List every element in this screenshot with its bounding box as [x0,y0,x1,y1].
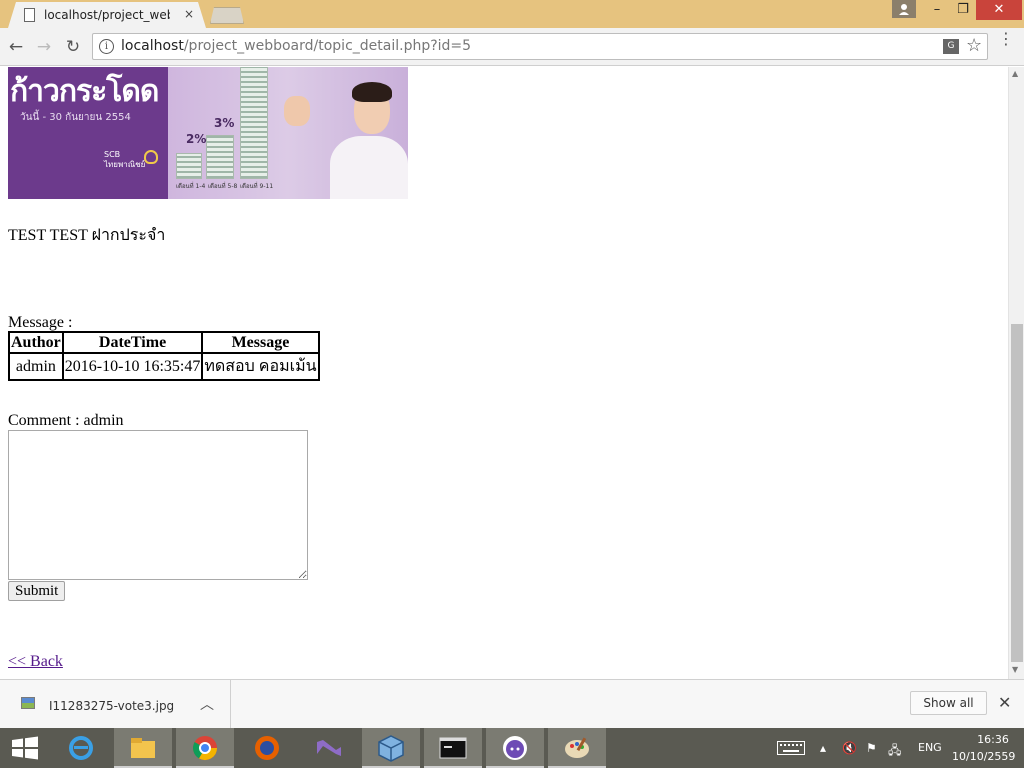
person-icon [899,4,909,15]
scrollbar-thumb[interactable] [1011,324,1023,662]
column-header-message: Message [202,332,319,353]
language-indicator[interactable]: ENG [918,741,942,768]
banner-bar-caption: เดือนที่ 9-11 [240,183,274,190]
windows-logo-icon [12,736,38,760]
banner-bar [176,153,202,179]
minimize-button[interactable]: – [924,0,950,20]
banner-bar-label: 2% [186,132,207,146]
image-file-icon [21,697,35,709]
banner-person-hair [352,82,392,102]
folder-icon [131,738,155,758]
close-window-button[interactable]: ✕ [976,0,1022,20]
keyboard-icon[interactable] [777,741,805,755]
clock-date[interactable]: 10/10/2559 [952,750,1015,768]
new-tab-button[interactable] [210,7,244,24]
chrome-icon [192,736,217,761]
profile-button[interactable] [892,0,916,18]
bookmark-star-icon[interactable]: ☆ [966,35,982,56]
taskbar-paint[interactable] [548,728,606,768]
download-item[interactable]: I11283275-vote3.jpg ︿ [0,680,231,728]
banner-bar [240,67,268,179]
cell-message: ทดสอบ คอมเม้น [202,353,319,380]
show-hidden-icons-chevron-icon[interactable]: ▴ [820,741,826,755]
paint-palette-icon [565,737,589,758]
banner-bar-caption: เดือนที่ 5-8 [208,183,238,190]
flag-icon[interactable]: ⚑ [866,741,877,755]
firefox-icon [255,736,279,760]
taskbar-virtualbox[interactable] [362,728,420,768]
table-header-row: Author DateTime Message [9,332,319,353]
taskbar-chrome[interactable] [176,728,234,768]
comment-textarea[interactable] [8,430,308,580]
banner-image: ก้าวกระโดด วันนี้ - 30 กันยายน 2554 SCB … [8,67,408,199]
cell-author: admin [9,353,63,380]
comment-label: Comment : admin [8,412,124,429]
table-row: admin 2016-10-10 16:35:47 ทดสอบ คอมเม้น [9,353,319,380]
taskbar-github[interactable] [486,728,544,768]
scroll-down-arrow-icon[interactable]: ▼ [1012,665,1018,674]
banner-headline: ก้าวกระโดด [10,74,159,109]
banner-date: วันนี้ - 30 กันยายน 2554 [20,112,131,123]
chrome-menu-icon[interactable]: ⋮ [998,31,1014,47]
banner-brand: SCB ไทยพาณิชย์ [104,150,146,169]
forward-button[interactable]: → [34,37,54,57]
browser-toolbar: ← → ↻ i localhost/project_webboard/topic… [0,28,1024,66]
volume-muted-icon[interactable]: 🔇 [842,741,857,755]
topic-detail-text: TEST TEST ฝากประจำ [8,227,166,244]
windows-taskbar: ▴ 🔇 ⚑ 🖧 ENG 16:36 10/10/2559 [0,728,1024,768]
tab-title: localhost/project_webboa [44,8,170,22]
visual-studio-icon [317,740,341,756]
message-label: Message : [8,314,73,331]
column-header-author: Author [9,332,63,353]
taskbar-ie[interactable] [52,728,110,768]
tab-strip: localhost/project_webboa × – ❐ ✕ [0,0,1024,28]
cell-datetime: 2016-10-10 16:35:47 [62,353,203,380]
cube-icon [378,735,404,762]
scb-logo-icon [144,150,158,164]
taskbar-command-prompt[interactable] [424,728,482,768]
translate-icon[interactable]: G [943,39,959,54]
banner-bar-label: 3% [214,116,235,130]
maximize-button[interactable]: ❐ [950,0,976,20]
url-path: /project_webboard/topic_detail.php?id=5 [183,38,472,54]
column-header-datetime: DateTime [62,332,203,353]
page-icon [24,8,35,22]
banner-person-body [330,136,408,199]
address-bar[interactable]: i localhost/project_webboard/topic_detai… [92,33,988,60]
browser-tab[interactable]: localhost/project_webboa × [8,2,206,28]
taskbar-firefox[interactable] [238,728,296,768]
github-cat-icon [503,736,527,760]
start-button[interactable] [0,728,50,768]
back-link[interactable]: << Back [8,653,63,671]
back-button[interactable]: ← [6,37,26,57]
submit-button[interactable]: Submit [8,581,66,601]
chevron-up-icon[interactable]: ︿ [200,694,214,714]
terminal-icon [439,737,467,759]
info-icon[interactable]: i [99,39,114,54]
network-icon[interactable]: 🖧 [888,741,901,762]
banner-bar-caption: เดือนที่ 1-4 [176,183,206,190]
page-viewport: ก้าวกระโดด วันนี้ - 30 กันยายน 2554 SCB … [0,67,1008,679]
banner-person-hand [284,96,310,126]
close-shelf-icon[interactable]: ✕ [998,693,1011,712]
internet-explorer-icon [69,736,93,760]
taskbar-visual-studio[interactable] [300,728,358,768]
tab-close-icon[interactable]: × [184,7,194,21]
vertical-scrollbar[interactable]: ▲ ▼ [1008,67,1024,679]
url-text[interactable]: localhost/project_webboard/topic_detail.… [121,38,471,54]
banner-bar [206,135,234,179]
scroll-up-arrow-icon[interactable]: ▲ [1012,69,1018,78]
message-table: Author DateTime Message admin 2016-10-10… [8,331,320,381]
download-filename[interactable]: I11283275-vote3.jpg [49,699,174,713]
url-host: localhost [121,38,184,54]
taskbar-file-explorer[interactable] [114,728,172,768]
reload-button[interactable]: ↻ [63,37,83,57]
download-shelf: I11283275-vote3.jpg ︿ Show all ✕ [0,679,1024,728]
show-all-button[interactable]: Show all [910,691,987,715]
